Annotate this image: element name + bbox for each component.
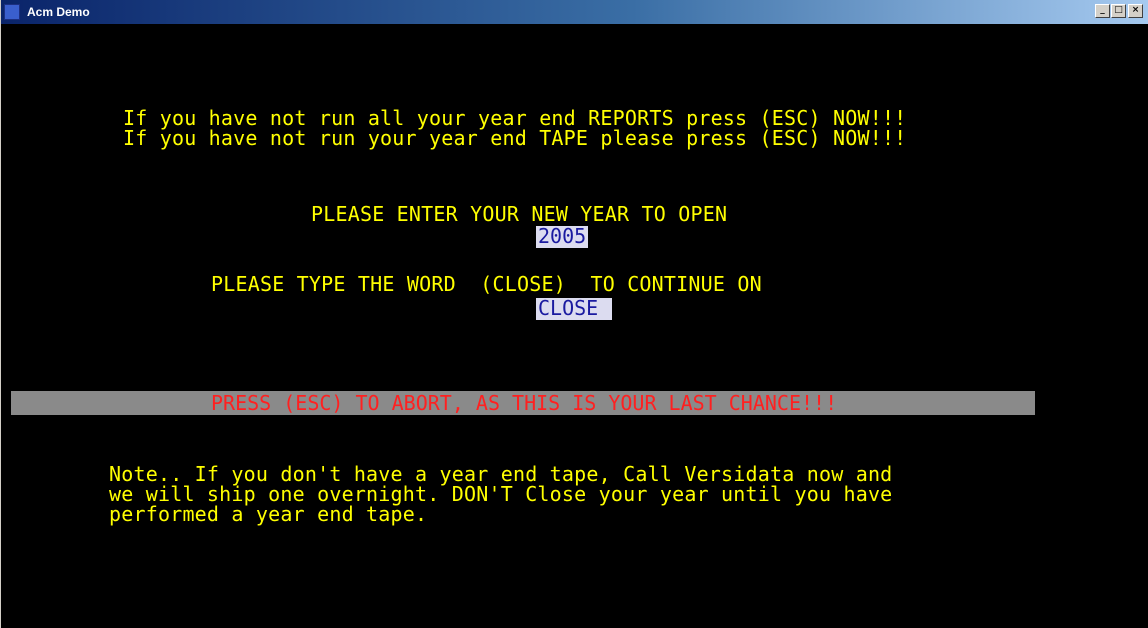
warning-tape-line: If you have not run your year end TAPE p… bbox=[123, 126, 907, 150]
app-window: Acm Demo _ □ × If you have not run all y… bbox=[0, 0, 1148, 628]
note-line-1: Note.. If you don't have a year end tape… bbox=[109, 462, 893, 486]
year-prompt-label: PLEASE ENTER YOUR NEW YEAR TO OPEN bbox=[311, 202, 728, 226]
warning-reports-line: If you have not run all your year end RE… bbox=[123, 106, 907, 130]
close-prompt-label: PLEASE TYPE THE WORD (CLOSE) TO CONTINUE… bbox=[211, 272, 762, 296]
window-controls: _ □ × bbox=[1094, 4, 1143, 18]
note-line-2: we will ship one overnight. DON'T Close … bbox=[109, 482, 893, 506]
close-button[interactable]: × bbox=[1128, 4, 1143, 18]
note-line-3: performed a year end tape. bbox=[109, 502, 428, 526]
terminal-screen[interactable]: If you have not run all your year end RE… bbox=[1, 24, 1148, 628]
app-icon[interactable] bbox=[4, 4, 20, 20]
close-confirm-input[interactable]: CLOSE bbox=[536, 298, 613, 320]
title-bar[interactable]: Acm Demo _ □ × bbox=[1, 0, 1148, 24]
year-input[interactable]: 2005 bbox=[536, 226, 589, 248]
minimize-button[interactable]: _ bbox=[1095, 4, 1110, 18]
abort-warning-bar: PRESS (ESC) TO ABORT, AS THIS IS YOUR LA… bbox=[11, 391, 1035, 415]
window-title: Acm Demo bbox=[27, 5, 90, 19]
abort-warning-text: PRESS (ESC) TO ABORT, AS THIS IS YOUR LA… bbox=[211, 391, 838, 415]
maximize-button[interactable]: □ bbox=[1111, 4, 1126, 18]
